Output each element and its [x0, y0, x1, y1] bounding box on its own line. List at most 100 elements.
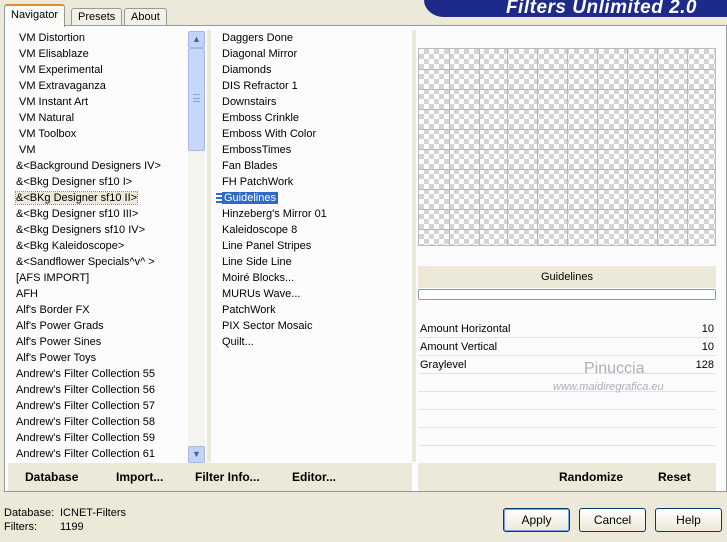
- category-item[interactable]: &<Bkg Designer sf10 I>: [6, 174, 186, 190]
- filter-item[interactable]: Emboss Crinkle: [212, 110, 412, 126]
- category-item[interactable]: &<BKg Designer sf10 II>: [6, 190, 186, 206]
- category-item[interactable]: VM Natural: [6, 110, 186, 126]
- category-item[interactable]: Alf's Border FX: [6, 302, 186, 318]
- category-label: VM Natural: [19, 112, 75, 124]
- scroll-down-icon[interactable]: ▼: [188, 446, 205, 463]
- filter-item[interactable]: Hinzeberg's Mirror 01: [212, 206, 412, 222]
- filter-label: Line Panel Stripes: [222, 240, 312, 252]
- category-label: VM Instant Art: [19, 96, 89, 108]
- category-label: Andrew's Filter Collection 56: [16, 384, 156, 396]
- filter-item[interactable]: DIS Refractor 1: [212, 78, 412, 94]
- filter-item[interactable]: EmbossTimes: [212, 142, 412, 158]
- divider: [207, 30, 211, 462]
- category-item[interactable]: VM Instant Art: [6, 94, 186, 110]
- filter-item[interactable]: Diamonds: [212, 62, 412, 78]
- category-label: AFH: [16, 288, 38, 300]
- param-amount-horizontal[interactable]: Amount Horizontal 10: [418, 320, 716, 338]
- category-item[interactable]: Andrew's Filter Collection 57: [6, 398, 186, 414]
- category-item[interactable]: VM Elisablaze: [6, 46, 186, 62]
- category-scrollbar[interactable]: ▲ ▼: [188, 31, 205, 463]
- param-empty: [418, 392, 716, 410]
- category-label: Andrew's Filter Collection 61: [16, 448, 156, 460]
- banner-title: Filters Unlimited 2.0: [505, 0, 697, 18]
- filter-item[interactable]: Fan Blades: [212, 158, 412, 174]
- category-item[interactable]: Andrew's Filter Collection 58: [6, 414, 186, 430]
- category-item[interactable]: VM Experimental: [6, 62, 186, 78]
- category-item[interactable]: Andrew's Filter Collection 61: [6, 446, 186, 460]
- category-item[interactable]: &<Bkg Designers sf10 IV>: [6, 222, 186, 238]
- filter-label: MURUs Wave...: [222, 288, 301, 300]
- progress-bar: [418, 289, 716, 300]
- category-item[interactable]: &<Bkg Designer sf10 III>: [6, 206, 186, 222]
- filter-item[interactable]: PIX Sector Mosaic: [212, 318, 412, 334]
- category-item[interactable]: [AFS IMPORT]: [6, 270, 186, 286]
- grip-icon: [193, 94, 200, 102]
- apply-button[interactable]: Apply: [503, 508, 570, 532]
- tab-presets[interactable]: Presets: [71, 8, 123, 26]
- filter-info-button[interactable]: Filter Info...: [195, 470, 260, 484]
- param-value: 10: [701, 323, 714, 335]
- category-label: Alf's Power Sines: [16, 336, 102, 348]
- scroll-up-icon[interactable]: ▲: [188, 31, 205, 48]
- category-item[interactable]: &<Bkg Kaleidoscope>: [6, 238, 186, 254]
- filter-item[interactable]: Downstairs: [212, 94, 412, 110]
- category-item[interactable]: Andrew's Filter Collection 55: [6, 366, 186, 382]
- filter-item[interactable]: Diagonal Mirror: [212, 46, 412, 62]
- filter-label: Daggers Done: [222, 32, 293, 44]
- param-value: 10: [701, 341, 714, 353]
- category-item[interactable]: Alf's Power Toys: [6, 350, 186, 366]
- filter-item[interactable]: Line Side Line: [212, 254, 412, 270]
- tab-about[interactable]: About: [124, 8, 167, 26]
- filter-item[interactable]: Guidelines: [212, 190, 412, 206]
- preview-canvas: [418, 48, 716, 246]
- filter-label: Emboss Crinkle: [222, 112, 300, 124]
- filter-label: Fan Blades: [222, 160, 278, 172]
- filter-name-label: Guidelines: [418, 266, 716, 288]
- help-button[interactable]: Help: [655, 508, 722, 532]
- status-filters-value: 1199: [60, 521, 84, 533]
- editor-button[interactable]: Editor...: [292, 470, 336, 484]
- category-item[interactable]: Andrew's Filter Collection 56: [6, 382, 186, 398]
- category-item[interactable]: VM Extravaganza: [6, 78, 186, 94]
- category-label: Andrew's Filter Collection 59: [16, 432, 156, 444]
- category-item[interactable]: Alf's Power Grads: [6, 318, 186, 334]
- tab-navigator[interactable]: Navigator: [4, 4, 66, 27]
- category-label: &<BKg Designer sf10 II>: [14, 191, 139, 205]
- category-item[interactable]: VM Toolbox: [6, 126, 186, 142]
- import-button[interactable]: Import...: [116, 470, 163, 484]
- filter-item[interactable]: Moiré Blocks...: [212, 270, 412, 286]
- category-item[interactable]: Andrew's Filter Collection 59: [6, 430, 186, 446]
- category-item[interactable]: &<Sandflower Specials^v^ >: [6, 254, 186, 270]
- watermark-name: Pinuccia: [584, 360, 645, 377]
- category-item[interactable]: AFH: [6, 286, 186, 302]
- category-item[interactable]: &<Background Designers IV>: [6, 158, 186, 174]
- filter-item[interactable]: Daggers Done: [212, 30, 412, 46]
- param-graylevel[interactable]: Graylevel 128: [418, 356, 716, 374]
- category-label: &<Sandflower Specials^v^ >: [16, 256, 155, 268]
- filter-label: Diamonds: [222, 64, 272, 76]
- filter-label: Downstairs: [222, 96, 277, 108]
- category-list[interactable]: VM Distortion VM Elisablaze VM Experimenta…: [6, 30, 186, 460]
- param-label: Amount Vertical: [420, 341, 498, 353]
- filter-label: Emboss With Color: [222, 128, 317, 140]
- scroll-thumb[interactable]: [188, 48, 205, 151]
- category-item[interactable]: VM: [6, 142, 186, 158]
- filter-item[interactable]: PatchWork: [212, 302, 412, 318]
- filter-item[interactable]: Line Panel Stripes: [212, 238, 412, 254]
- database-button[interactable]: Database: [25, 470, 78, 484]
- filter-item[interactable]: Kaleidoscope 8: [212, 222, 412, 238]
- filter-item[interactable]: Quilt...: [212, 334, 412, 350]
- filter-item[interactable]: MURUs Wave...: [212, 286, 412, 302]
- randomize-button[interactable]: Randomize: [559, 470, 623, 484]
- category-item[interactable]: Alf's Power Sines: [6, 334, 186, 350]
- cancel-button[interactable]: Cancel: [579, 508, 646, 532]
- category-label: VM Elisablaze: [19, 48, 89, 60]
- filter-item[interactable]: Emboss With Color: [212, 126, 412, 142]
- filter-list[interactable]: Daggers Done Diagonal Mirror Diamonds DIS R…: [212, 30, 412, 360]
- filter-label: Diagonal Mirror: [222, 48, 298, 60]
- category-item[interactable]: VM Distortion: [6, 30, 186, 46]
- reset-button[interactable]: Reset: [658, 470, 691, 484]
- param-empty: [418, 446, 716, 464]
- filter-item[interactable]: FH PatchWork: [212, 174, 412, 190]
- param-amount-vertical[interactable]: Amount Vertical 10: [418, 338, 716, 356]
